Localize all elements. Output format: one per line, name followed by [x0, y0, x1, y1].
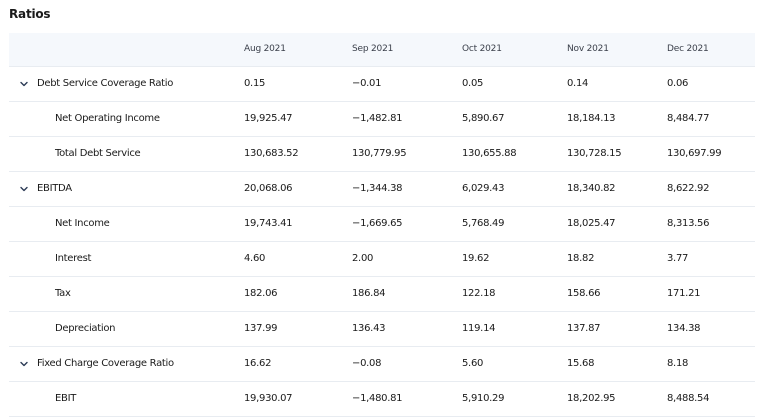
- table-cell: 5.60: [462, 358, 484, 369]
- table-cell: 0.05: [462, 78, 484, 89]
- row-label: EBITDA: [37, 183, 72, 194]
- table-cell: 5,910.29: [462, 393, 505, 404]
- table-cell: 137.87: [567, 323, 601, 334]
- table-cell: −0.08: [352, 358, 382, 369]
- table-row: Interest 4.60 2.00 19.62 18.82 3.77: [9, 242, 755, 277]
- table-cell: 119.14: [462, 323, 496, 334]
- table-cell: 16.62: [244, 358, 272, 369]
- table-cell: 8,622.92: [667, 183, 710, 194]
- row-label: Debt Service Coverage Ratio: [37, 78, 174, 89]
- table-cell: 19.62: [462, 253, 490, 264]
- table-cell: 18,025.47: [567, 218, 616, 229]
- table-cell: 158.66: [567, 288, 601, 299]
- table-cell: 8,488.54: [667, 393, 710, 404]
- table-cell: 130,779.95: [352, 148, 407, 159]
- column-header: Aug 2021: [244, 44, 286, 54]
- chevron-down-icon[interactable]: [20, 185, 28, 193]
- table-cell: 18,340.82: [567, 183, 616, 194]
- row-label: Total Debt Service: [55, 148, 141, 159]
- table-row: EBIT 19,930.07 −1,480.81 5,910.29 18,202…: [9, 382, 755, 417]
- table-cell: 20,068.06: [244, 183, 293, 194]
- table-cell: 19,925.47: [244, 113, 293, 124]
- table-cell: 0.06: [667, 78, 689, 89]
- row-label: Fixed Charge Coverage Ratio: [37, 358, 174, 369]
- row-label: Interest: [55, 253, 92, 264]
- table-cell: 137.99: [244, 323, 278, 334]
- row-label: Net Operating Income: [55, 113, 160, 124]
- table-cell: 2.00: [352, 253, 374, 264]
- table-cell: 6,029.43: [462, 183, 505, 194]
- table-cell: 19,930.07: [244, 393, 293, 404]
- table-cell: 5,890.67: [462, 113, 505, 124]
- table-cell: 3.77: [667, 253, 689, 264]
- table-cell: 0.14: [567, 78, 589, 89]
- table-cell: 130,697.99: [667, 148, 722, 159]
- column-header: Nov 2021: [567, 44, 609, 54]
- table-row: Total Debt Service 130,683.52 130,779.95…: [9, 137, 755, 172]
- chevron-down-icon[interactable]: [20, 80, 28, 88]
- table-cell: −1,482.81: [352, 113, 403, 124]
- table-row-group[interactable]: Fixed Charge Coverage Ratio 16.62 −0.08 …: [9, 347, 755, 382]
- table-cell: 130,728.15: [567, 148, 622, 159]
- table-cell: 18.82: [567, 253, 595, 264]
- table-cell: 134.38: [667, 323, 701, 334]
- table-cell: 5,768.49: [462, 218, 505, 229]
- table-cell: 15.68: [567, 358, 595, 369]
- table-cell: 8,484.77: [667, 113, 710, 124]
- column-header: Dec 2021: [667, 44, 709, 54]
- table-cell: 8,313.56: [667, 218, 710, 229]
- row-label: Net Income: [55, 218, 110, 229]
- page-title: Ratios: [9, 7, 51, 21]
- table-cell: −0.01: [352, 78, 382, 89]
- table-cell: −1,344.38: [352, 183, 403, 194]
- chevron-down-icon[interactable]: [20, 360, 28, 368]
- table-cell: 136.43: [352, 323, 386, 334]
- table-cell: 19,743.41: [244, 218, 293, 229]
- table-cell: 171.21: [667, 288, 701, 299]
- table-header-row: Aug 2021 Sep 2021 Oct 2021 Nov 2021 Dec …: [9, 33, 755, 67]
- table-cell: 182.06: [244, 288, 278, 299]
- table-cell: 186.84: [352, 288, 386, 299]
- table-cell: 8.18: [667, 358, 689, 369]
- table-cell: 18,184.13: [567, 113, 616, 124]
- table-cell: 122.18: [462, 288, 496, 299]
- ratios-table: Aug 2021 Sep 2021 Oct 2021 Nov 2021 Dec …: [9, 33, 755, 417]
- column-header: Oct 2021: [462, 44, 502, 54]
- table-cell: −1,669.65: [352, 218, 403, 229]
- table-cell: 130,655.88: [462, 148, 517, 159]
- table-cell: 4.60: [244, 253, 266, 264]
- row-label: EBIT: [55, 393, 77, 404]
- table-row-group[interactable]: EBITDA 20,068.06 −1,344.38 6,029.43 18,3…: [9, 172, 755, 207]
- column-header: Sep 2021: [352, 44, 394, 54]
- table-cell: 0.15: [244, 78, 266, 89]
- row-label: Depreciation: [55, 323, 116, 334]
- table-row: Tax 182.06 186.84 122.18 158.66 171.21: [9, 277, 755, 312]
- table-cell: 130,683.52: [244, 148, 299, 159]
- table-cell: −1,480.81: [352, 393, 403, 404]
- table-row: Net Income 19,743.41 −1,669.65 5,768.49 …: [9, 207, 755, 242]
- table-cell: 18,202.95: [567, 393, 616, 404]
- table-row: Net Operating Income 19,925.47 −1,482.81…: [9, 102, 755, 137]
- row-label: Tax: [55, 288, 71, 299]
- table-row: Depreciation 137.99 136.43 119.14 137.87…: [9, 312, 755, 347]
- table-row-group[interactable]: Debt Service Coverage Ratio 0.15 −0.01 0…: [9, 67, 755, 102]
